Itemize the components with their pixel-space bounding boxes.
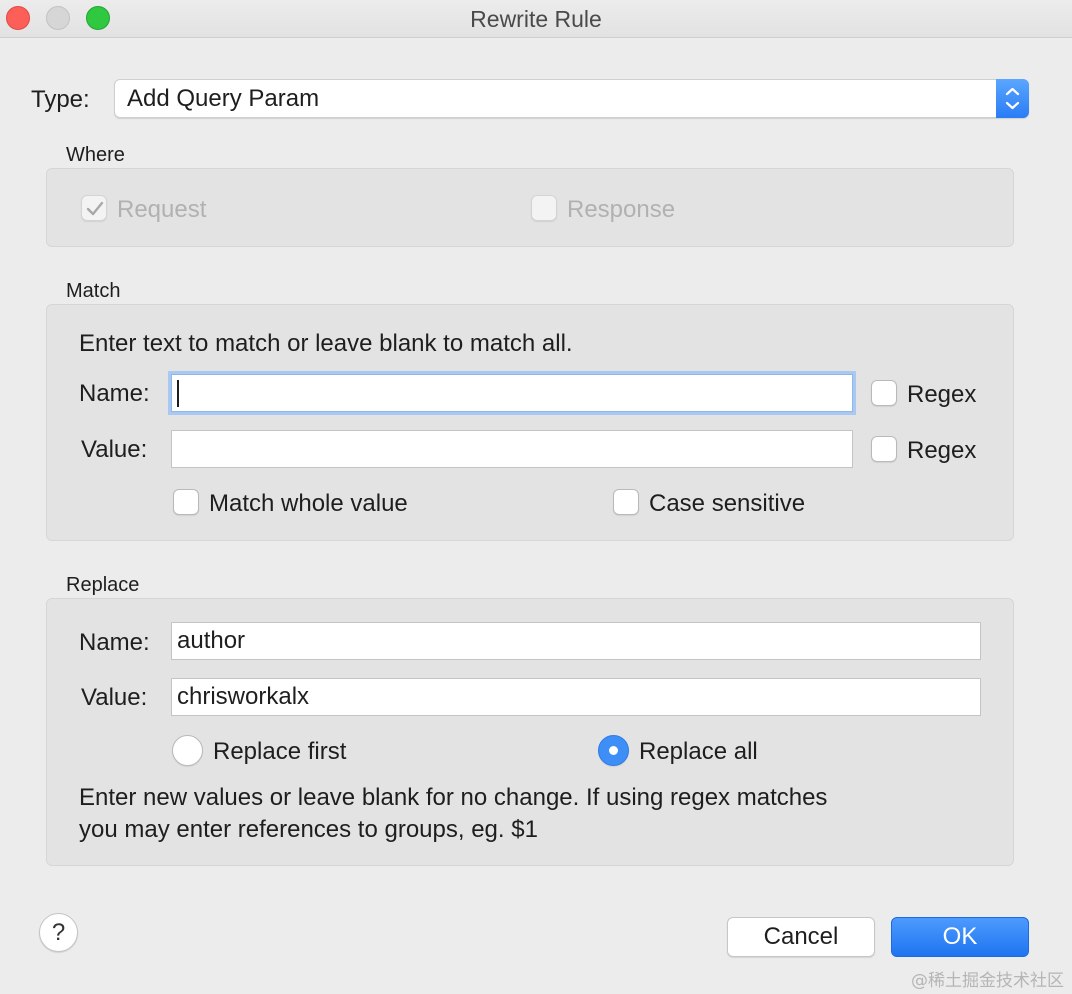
request-checkbox[interactable] <box>81 195 107 221</box>
match-value-input[interactable] <box>171 430 853 468</box>
case-sensitive-checkbox[interactable] <box>613 489 639 515</box>
replace-value-label: Value: <box>81 684 148 711</box>
match-value-label: Value: <box>81 436 148 463</box>
window-title: Rewrite Rule <box>470 6 602 32</box>
response-label: Response <box>567 196 676 223</box>
type-label: Type: <box>31 86 90 113</box>
where-section-title: Where <box>66 144 125 166</box>
cancel-button[interactable]: Cancel <box>727 917 875 957</box>
replace-hint-line-1: Enter new values or leave blank for no c… <box>79 784 828 811</box>
match-value-regex-checkbox[interactable] <box>871 436 897 462</box>
response-checkbox[interactable] <box>531 195 557 221</box>
match-name-label: Name: <box>79 380 150 407</box>
replace-first-radio[interactable] <box>172 735 203 766</box>
replace-all-radio[interactable] <box>598 735 629 766</box>
type-select[interactable]: Add Query Param <box>114 79 1029 118</box>
match-section-title: Match <box>66 280 121 302</box>
match-whole-value-label: Match whole value <box>209 490 408 517</box>
replace-name-label: Name: <box>79 629 150 656</box>
watermark: @稀土掘金技术社区 <box>911 971 1064 991</box>
replace-section-title: Replace <box>66 574 140 596</box>
match-whole-value-checkbox[interactable] <box>173 489 199 515</box>
replace-value-input[interactable] <box>171 678 981 716</box>
help-button[interactable]: ? <box>39 913 78 952</box>
case-sensitive-label: Case sensitive <box>649 490 806 517</box>
match-name-regex-label: Regex <box>907 381 977 408</box>
replace-first-label: Replace first <box>213 738 347 765</box>
text-cursor <box>177 380 179 407</box>
checkmark-icon <box>86 201 104 216</box>
match-name-regex-checkbox[interactable] <box>871 380 897 406</box>
replace-name-input[interactable] <box>171 622 981 660</box>
replace-all-label: Replace all <box>639 738 758 765</box>
match-name-input[interactable] <box>171 374 853 412</box>
title-bar: Rewrite Rule <box>0 0 1072 38</box>
type-select-value: Add Query Param <box>127 85 320 112</box>
replace-hint-line-2: you may enter references to groups, eg. … <box>79 816 538 843</box>
ok-button[interactable]: OK <box>891 917 1029 957</box>
match-value-regex-label: Regex <box>907 437 977 464</box>
select-stepper-icon <box>996 79 1029 118</box>
request-label: Request <box>117 196 207 223</box>
match-hint-text: Enter text to match or leave blank to ma… <box>79 330 573 357</box>
